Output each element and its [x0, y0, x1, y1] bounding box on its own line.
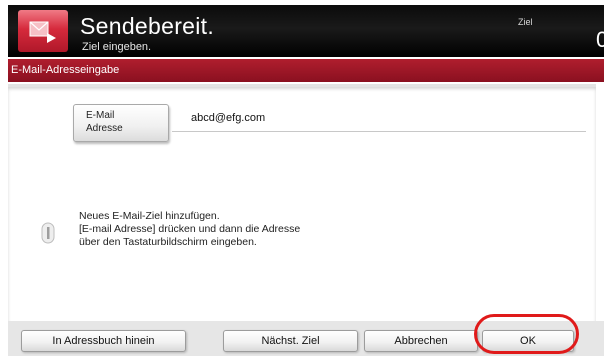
page-subtitle: Ziel eingeben.	[82, 41, 152, 53]
info-line-2: [E-mail Adresse] drücken und dann die Ad…	[79, 223, 301, 235]
send-icon	[18, 10, 68, 52]
section-title: E-Mail-Adresseingabe	[8, 59, 604, 82]
address-book-button[interactable]: In Adressbuch hinein	[21, 330, 186, 352]
email-address-button-label-line1: E-Mail	[86, 110, 115, 121]
next-destination-button[interactable]: Nächst. Ziel	[223, 330, 358, 352]
email-address-button-label-line2: Adresse	[86, 123, 123, 134]
cancel-button[interactable]: Abbrechen	[364, 330, 478, 352]
destination-count: 0	[596, 27, 604, 52]
status-header: Sendebereit. Ziel eingeben. Ziel 0	[8, 5, 604, 57]
page-title: Sendebereit.	[80, 13, 215, 39]
destination-label: Ziel	[518, 17, 533, 27]
email-address-field[interactable]: abcd@efg.com	[172, 108, 586, 132]
info-line-3: über den Tastaturbildschirm eingeben.	[79, 236, 257, 248]
info-line-1: Neues E-Mail-Ziel hinzufügen.	[79, 210, 220, 222]
ok-highlight-ring	[474, 314, 579, 354]
info-icon	[38, 220, 58, 246]
email-address-button[interactable]: E-Mail Adresse	[73, 104, 169, 142]
info-message: Neues E-Mail-Ziel hinzufügen. [E-mail Ad…	[79, 210, 300, 249]
